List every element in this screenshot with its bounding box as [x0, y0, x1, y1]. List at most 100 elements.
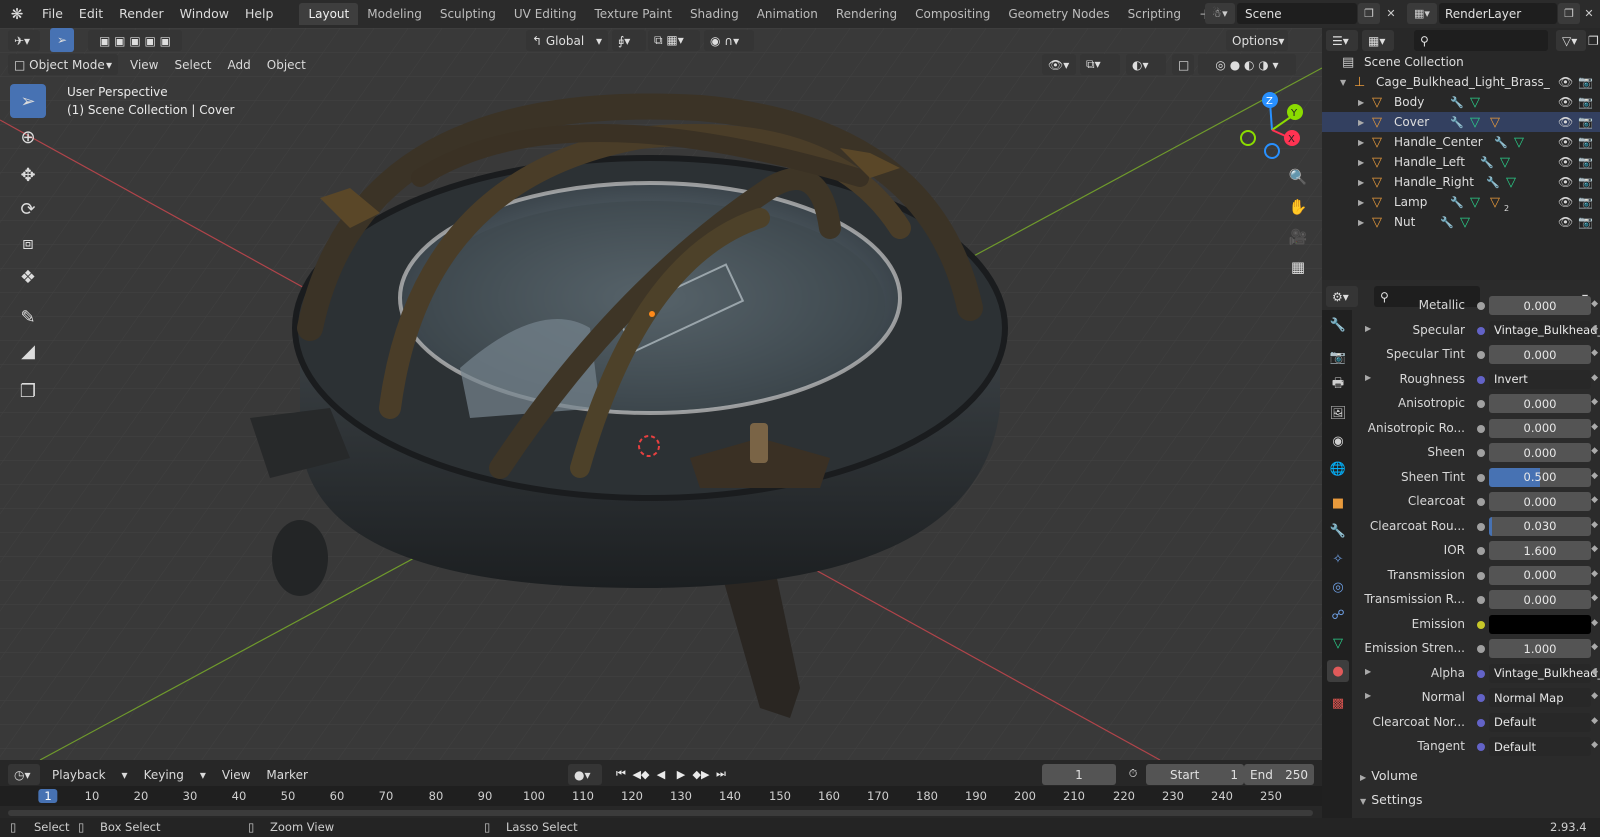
- menu-view[interactable]: View: [122, 54, 166, 76]
- select-tool-icon[interactable]: ➢: [50, 28, 74, 52]
- new-scene-icon[interactable]: ❐: [1358, 3, 1380, 24]
- socket-dot-icon[interactable]: [1477, 326, 1485, 335]
- shading-mode-icons[interactable]: ◎ ● ◐ ◑ ▾: [1198, 54, 1296, 75]
- property-value-field[interactable]: 0.500: [1489, 467, 1591, 487]
- property-value-field[interactable]: 0.000: [1489, 345, 1591, 364]
- preview-range-icon[interactable]: ⏱: [1122, 764, 1144, 784]
- render-camera-icon[interactable]: 📷: [1578, 115, 1593, 129]
- keyframe-dot-icon[interactable]: ◆: [1591, 348, 1598, 358]
- menu-keying[interactable]: Keying: [136, 764, 192, 786]
- data-tab-icon[interactable]: ▽: [1327, 632, 1349, 654]
- output-tab-icon[interactable]: 🖶: [1327, 374, 1349, 396]
- snapping-icon[interactable]: ⧉ ▦▾: [648, 30, 700, 51]
- visibility-eye-icon[interactable]: 👁: [1558, 95, 1573, 109]
- timeline-scrollbar[interactable]: [8, 810, 1313, 816]
- property-value-field[interactable]: 0.030: [1489, 516, 1591, 536]
- annotate-tool-icon[interactable]: ✎: [10, 300, 46, 334]
- property-value-field[interactable]: Vintage_Bulkhead_...: [1489, 663, 1600, 683]
- pan-hand-icon[interactable]: ✋: [1285, 194, 1311, 220]
- object-tab-icon[interactable]: ■: [1327, 492, 1349, 514]
- timeline-editor-type-icon[interactable]: ◷▾: [8, 764, 40, 785]
- property-value-field[interactable]: 0.000: [1489, 590, 1591, 609]
- socket-dot-icon[interactable]: [1477, 351, 1485, 359]
- expand-arrow-icon[interactable]: ▶: [1358, 158, 1364, 167]
- delete-view-layer-icon[interactable]: ✕: [1580, 3, 1598, 24]
- menu-window[interactable]: Window: [172, 0, 237, 28]
- outliner-row-cover[interactable]: ▶ ▽ Cover 🔧 ▽ ▽ 👁 📷: [1322, 112, 1600, 132]
- keyframe-dot-icon[interactable]: ◆: [1591, 593, 1598, 603]
- expand-arrow-icon[interactable]: ▶: [1358, 138, 1364, 147]
- particles-tab-icon[interactable]: ✧: [1327, 548, 1349, 570]
- expand-arrow-icon[interactable]: ▶: [1358, 198, 1364, 207]
- render-camera-icon[interactable]: 📷: [1578, 195, 1593, 209]
- transform-tool-icon[interactable]: ❖: [10, 260, 46, 294]
- visibility-eye-icon[interactable]: 👁: [1558, 175, 1573, 189]
- visibility-eye-icon[interactable]: 👁: [1558, 115, 1573, 129]
- filter-icon[interactable]: ▽▾: [1556, 30, 1586, 51]
- keyframe-dot-icon[interactable]: ◆: [1591, 642, 1598, 652]
- expand-arrow-icon[interactable]: ▶: [1365, 373, 1371, 382]
- menu-playback[interactable]: Playback: [44, 764, 114, 786]
- tab-compositing[interactable]: Compositing: [906, 3, 999, 25]
- keyframe-dot-icon[interactable]: ◆: [1591, 667, 1598, 677]
- add-cube-tool-icon[interactable]: ❐: [10, 374, 46, 408]
- render-camera-icon[interactable]: 📷: [1578, 175, 1593, 189]
- socket-dot-icon[interactable]: [1477, 718, 1485, 727]
- property-value-field[interactable]: Invert: [1489, 369, 1591, 389]
- scene-selector-icon[interactable]: ☃▾: [1205, 3, 1235, 24]
- property-value-field[interactable]: 1.600: [1489, 541, 1591, 560]
- menu-marker[interactable]: Marker: [258, 764, 315, 786]
- world-tab-icon[interactable]: 🌐: [1327, 458, 1349, 480]
- scene-tab-icon[interactable]: ◉: [1327, 430, 1349, 452]
- menu-edit[interactable]: Edit: [71, 0, 111, 28]
- tab-shading[interactable]: Shading: [681, 3, 748, 25]
- visibility-eye-icon[interactable]: 👁: [1558, 195, 1573, 209]
- proportional-editing-icon[interactable]: ◉ ∩▾: [704, 30, 754, 51]
- expand-arrow-icon[interactable]: ▶: [1365, 667, 1371, 676]
- jump-end-icon[interactable]: ⏭: [712, 764, 730, 784]
- property-value-field[interactable]: 0.000: [1489, 394, 1591, 413]
- outliner-search-input[interactable]: ⚲: [1414, 30, 1548, 51]
- current-frame-marker[interactable]: 1: [38, 789, 58, 803]
- tab-animation[interactable]: Animation: [748, 3, 827, 25]
- keyframe-dot-icon[interactable]: ◆: [1591, 446, 1598, 456]
- property-value-field[interactable]: Default: [1489, 712, 1591, 732]
- cursor-tool-icon[interactable]: ⊕: [10, 120, 46, 154]
- pivot-point-icon[interactable]: ⨖▾: [612, 30, 646, 51]
- end-frame-field[interactable]: End 250: [1244, 764, 1314, 785]
- keyframe-dot-icon[interactable]: ◆: [1591, 740, 1598, 750]
- visibility-icon[interactable]: 👁▾: [1042, 54, 1076, 75]
- socket-dot-icon[interactable]: [1477, 596, 1485, 604]
- tool-tab-icon[interactable]: 🔧: [1327, 314, 1349, 336]
- menu-select[interactable]: Select: [166, 54, 219, 76]
- property-value-field[interactable]: 0.000: [1489, 565, 1591, 585]
- keyframe-dot-icon[interactable]: ◆: [1591, 520, 1598, 530]
- tab-modeling[interactable]: Modeling: [358, 3, 431, 25]
- options-dropdown[interactable]: Options ▾: [1226, 30, 1288, 51]
- socket-dot-icon[interactable]: [1477, 620, 1485, 629]
- move-tool-icon[interactable]: ✥: [10, 158, 46, 192]
- property-value-field[interactable]: 0.000: [1489, 492, 1591, 511]
- menu-view[interactable]: View: [214, 764, 258, 786]
- socket-dot-icon[interactable]: [1477, 375, 1485, 384]
- socket-dot-icon[interactable]: [1477, 522, 1485, 531]
- navigation-gizmo[interactable]: Z Y X: [1232, 90, 1312, 170]
- settings-section-header[interactable]: ▼ Settings: [1360, 792, 1423, 807]
- expand-arrow-icon[interactable]: ▶: [1358, 98, 1364, 107]
- volume-section-header[interactable]: ▶ Volume: [1360, 768, 1418, 783]
- tab-sculpting[interactable]: Sculpting: [431, 3, 505, 25]
- outliner-row-collection[interactable]: ▼ ⊥ Cage_Bulkhead_Light_Brass_ 👁 📷: [1322, 72, 1600, 92]
- tab-geometry-nodes[interactable]: Geometry Nodes: [999, 3, 1118, 25]
- mode-dropdown[interactable]: □ Object Mode ▾: [8, 54, 118, 75]
- keyframe-dot-icon[interactable]: ◆: [1591, 299, 1598, 309]
- current-frame-field[interactable]: 1: [1042, 764, 1116, 785]
- ortho-grid-icon[interactable]: ▦: [1285, 254, 1311, 280]
- visibility-eye-icon[interactable]: 👁: [1558, 215, 1573, 229]
- view-layer-selector-icon[interactable]: ▦▾: [1407, 3, 1437, 24]
- socket-dot-icon[interactable]: [1477, 302, 1485, 310]
- keyframe-dot-icon[interactable]: ◆: [1591, 544, 1598, 554]
- outliner-row-handle-left[interactable]: ▶ ▽ Handle_Left 🔧 ▽ 👁 📷: [1322, 152, 1600, 172]
- render-camera-icon[interactable]: 📷: [1578, 135, 1593, 149]
- rotate-tool-icon[interactable]: ⟳: [10, 192, 46, 226]
- render-camera-icon[interactable]: 📷: [1578, 95, 1593, 109]
